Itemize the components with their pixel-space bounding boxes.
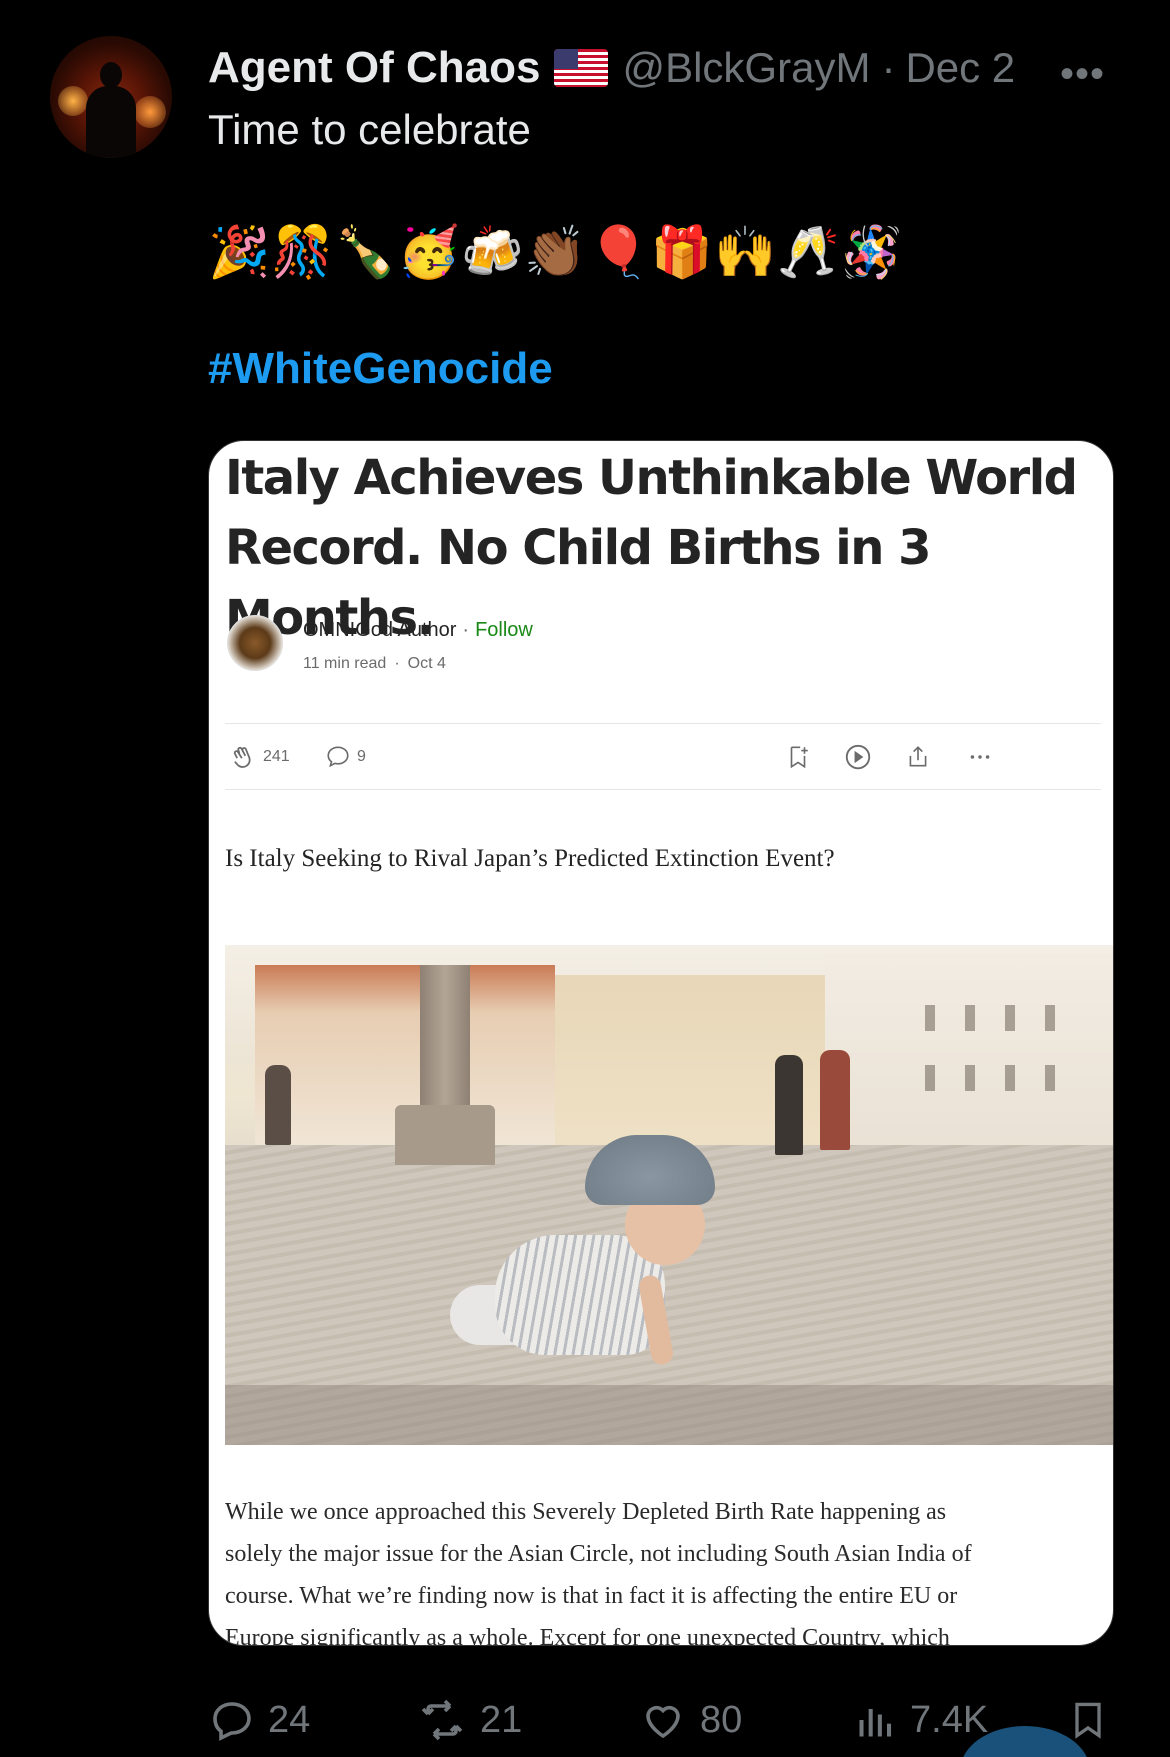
article-body-line: course. What we’re finding now is that i… xyxy=(225,1583,958,1609)
repost-button[interactable]: 21 xyxy=(416,1690,522,1750)
separator: · xyxy=(881,44,896,91)
author-lion-avatar xyxy=(227,615,283,671)
silhouette-head xyxy=(100,62,122,88)
repost-icon xyxy=(421,1699,463,1741)
comment-icon xyxy=(327,746,349,768)
reply-button[interactable]: 24 xyxy=(208,1690,310,1750)
share-icon xyxy=(909,746,927,767)
photo-window xyxy=(965,1065,975,1091)
author-name[interactable]: Agent Of Chaos xyxy=(208,43,540,93)
celebration-emojis: 🎉🎊🍾🥳🍻👏🏾🎈🎁🙌🥂🪅 xyxy=(208,224,904,280)
heart-icon xyxy=(646,1705,680,1739)
views-button[interactable]: 7.4K xyxy=(854,1690,988,1750)
tweet-header: Agent Of Chaos @BlckGrayM · Dec 2 xyxy=(208,40,1015,96)
clap-icon xyxy=(233,746,251,768)
article-date: Oct 4 xyxy=(407,655,446,672)
response-count: 9 xyxy=(325,737,366,777)
more-options-icon[interactable]: ••• xyxy=(1060,52,1105,97)
share-action xyxy=(905,737,931,777)
fire-glow xyxy=(134,96,166,128)
photo-window xyxy=(1005,1065,1015,1091)
article-meta-row: 11 min read · Oct 4 xyxy=(303,655,446,673)
photo-pillar-base xyxy=(395,1105,495,1165)
article-subtitle: Is Italy Seeking to Rival Japan’s Predic… xyxy=(225,845,835,872)
author-handle[interactable]: @BlckGrayM xyxy=(622,44,877,92)
photo-person xyxy=(775,1055,803,1155)
save-action xyxy=(785,737,811,777)
article-author-row: OMNIGod Author · Follow xyxy=(303,619,533,642)
listen-action xyxy=(843,737,873,777)
bookmark-add-icon xyxy=(790,746,808,769)
us-flag-icon xyxy=(554,49,609,87)
like-count: 80 xyxy=(700,1698,743,1741)
photo-window xyxy=(1045,1065,1055,1091)
repost-count: 21 xyxy=(480,1698,523,1741)
clap-number: 241 xyxy=(263,748,290,765)
hashtag-link[interactable]: #WhiteGenocide xyxy=(208,344,553,394)
profile-avatar[interactable] xyxy=(50,36,172,158)
reply-icon xyxy=(213,1702,251,1741)
photo-window xyxy=(1045,1005,1055,1031)
fire-glow xyxy=(58,86,88,116)
article-body-line: While we once approached this Severely D… xyxy=(225,1499,947,1525)
divider xyxy=(225,789,1101,790)
photo-building xyxy=(825,955,1113,1155)
views-chart-icon xyxy=(859,1709,892,1737)
more-action xyxy=(967,737,993,777)
reply-count: 24 xyxy=(268,1698,311,1741)
view-count: 7.4K xyxy=(910,1698,989,1741)
response-number: 9 xyxy=(357,748,366,765)
photo-person xyxy=(820,1050,850,1150)
bookmark-icon xyxy=(1075,1702,1101,1739)
photo-window xyxy=(1005,1005,1015,1031)
photo-window xyxy=(925,1065,935,1091)
article-photo-baby-in-piazza xyxy=(225,945,1113,1445)
media-card[interactable]: Italy Achieves Unthinkable World Record.… xyxy=(208,440,1114,1646)
play-icon xyxy=(845,744,871,770)
silhouette-body xyxy=(86,86,136,158)
article-action-row: 241 9 xyxy=(229,737,1109,777)
separator: · xyxy=(462,619,470,641)
follow-link: Follow xyxy=(475,619,533,641)
photo-pillar xyxy=(420,965,470,1115)
ellipsis-icon xyxy=(970,755,990,759)
tweet-date[interactable]: Dec 2 xyxy=(905,44,1015,92)
article-body-line: Europe significantly as a whole. Except … xyxy=(225,1625,950,1646)
tweet-actions: 24 21 80 7.4K xyxy=(0,1690,1170,1750)
divider xyxy=(225,723,1101,724)
photo-window xyxy=(925,1005,935,1031)
article-body-line: solely the major issue for the Asian Cir… xyxy=(225,1541,972,1567)
article-body: While we once approached this Severely D… xyxy=(225,1491,1113,1646)
like-button[interactable]: 80 xyxy=(638,1690,742,1750)
tweet-text: Time to celebrate xyxy=(208,106,531,153)
article-author: OMNIGod Author xyxy=(303,619,457,641)
photo-shadow xyxy=(225,1385,1113,1445)
photo-window xyxy=(965,1005,975,1031)
separator: · xyxy=(394,655,400,672)
photo-person xyxy=(265,1065,291,1145)
bookmark-button[interactable] xyxy=(1066,1690,1110,1750)
clap-count: 241 xyxy=(229,737,290,777)
read-time: 11 min read xyxy=(303,655,387,672)
